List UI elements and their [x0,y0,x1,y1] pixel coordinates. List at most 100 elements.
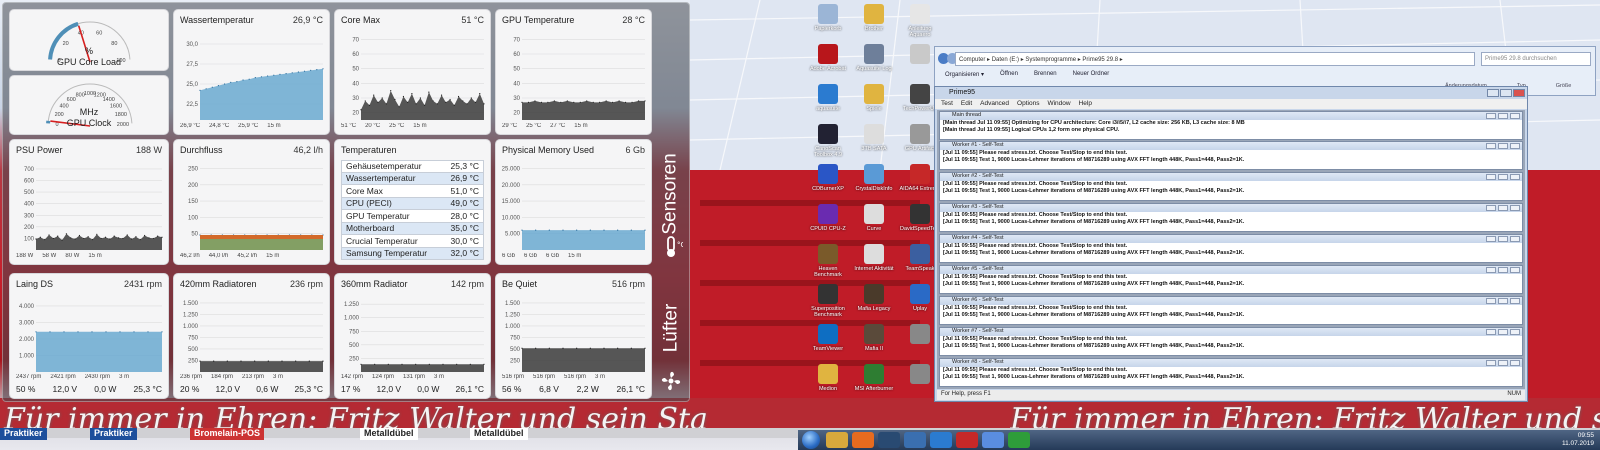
address-bar[interactable]: Computer ▸ Daten (E:) ▸ Systemprogramme … [955,52,1475,66]
maximize-icon[interactable] [1498,267,1508,273]
close-icon[interactable] [1510,360,1520,366]
aquasuite-task-icon[interactable] [930,432,952,448]
worker-pane[interactable]: Worker #8 - Self-Test [Jul 11 09:55] Plea… [939,358,1523,387]
desktop-icon[interactable]: CanoScan Toolbox 4.9 [806,124,850,158]
desktop-icon[interactable]: Aquasuite Log [852,44,896,72]
desktop-icon[interactable]: Anleitung Aquaero [898,4,942,38]
pane-title: Worker #4 - Self-Test [940,235,1522,243]
start-button[interactable] [802,431,820,449]
minimize-icon[interactable] [1486,143,1496,149]
desktop-icon[interactable]: Mafia Legacy [852,284,896,312]
desktop-icon[interactable]: Curve [852,204,896,232]
maximize-icon[interactable] [1500,89,1512,97]
desktop-icon[interactable]: Mafia II [852,324,896,352]
menu-window[interactable]: Window [1047,100,1070,108]
maximize-icon[interactable] [1498,360,1508,366]
core-max-tile[interactable]: Core Max 51 °C 70 60 50 40 30 20 51 °C 20 °C 25 … [334,9,491,135]
desktop-icon[interactable]: Brother [852,4,896,32]
durchfluss-tile[interactable]: Durchfluss 46,2 l/h 250 200 150 100 50 46,2 l… [173,139,330,265]
desktop-icon[interactable]: CDBurnerXP [806,164,850,192]
minimize-icon[interactable] [1486,298,1496,304]
maximize-icon[interactable] [1498,329,1508,335]
aida-task-icon[interactable] [956,432,978,448]
teamspeak-task-icon[interactable] [904,432,926,448]
menu-advanced[interactable]: Advanced [980,100,1009,108]
desktop-icon[interactable]: MSI Afterburner [852,364,896,392]
sensoren-tab[interactable]: Sensoren °C [651,139,691,265]
desktop-icon[interactable]: Spiele [852,84,896,112]
desktop-icon[interactable]: Superposition Benchmark [806,284,850,318]
gpu-temperature-tile[interactable]: GPU Temperature 28 °C 70 60 50 40 30 20 29 °C 2… [495,9,652,135]
close-icon[interactable] [1510,174,1520,180]
menu-help[interactable]: Help [1079,100,1092,108]
close-icon[interactable] [1510,267,1520,273]
worker-pane[interactable]: Worker #6 - Self-Test [Jul 11 09:55] Plea… [939,296,1523,325]
maximize-icon[interactable] [1498,113,1508,119]
prime95-window[interactable]: Prime95 Test Edit Advanced Options Windo… [934,86,1528,402]
desktop-icon[interactable]: Adobe Acrobat [806,44,850,72]
search-input[interactable]: Prime95 29.8 durchsuchen [1481,52,1591,66]
maximize-icon[interactable] [1498,236,1508,242]
worker-pane[interactable]: Worker #7 - Self-Test [Jul 11 09:55] Plea… [939,327,1523,356]
new-folder-button[interactable]: Neuer Ordner [1073,71,1110,78]
minimize-icon[interactable] [1486,360,1496,366]
worker-pane[interactable]: Worker #1 - Self-Test [Jul 11 09:55] Plea… [939,141,1523,170]
wassertemperatur-tile[interactable]: Wassertemperatur 26,9 °C 30,0 27,5 25,0 22,5… [173,9,330,135]
maximize-icon[interactable] [1498,298,1508,304]
minimize-icon[interactable] [1487,89,1499,97]
uplay-task-icon[interactable] [982,432,1004,448]
desktop-icon[interactable]: CPUID CPU-Z [806,204,850,232]
data-point [248,78,250,80]
explorer-task-icon[interactable] [826,432,848,448]
close-icon[interactable] [1510,236,1520,242]
desktop-icon[interactable]: Medion [806,364,850,392]
luefter-tab[interactable]: Lüfter [651,273,691,399]
desktop-icon[interactable]: CrystalDiskInfo [852,164,896,192]
worker-pane[interactable]: Worker #5 - Self-Test [Jul 11 09:55] Plea… [939,265,1523,294]
worker-pane[interactable]: Worker #3 - Self-Test [Jul 11 09:55] Plea… [939,203,1523,232]
minimize-icon[interactable] [1486,205,1496,211]
minimize-icon[interactable] [1486,236,1496,242]
temperaturen-tile[interactable]: Temperaturen Gehäusetemperatur 25,3 °C Wa… [334,139,491,265]
maximize-icon[interactable] [1498,205,1508,211]
close-icon[interactable] [1510,113,1520,119]
minimize-icon[interactable] [1486,113,1496,119]
close-icon[interactable] [1510,329,1520,335]
menu-options[interactable]: Options [1017,100,1039,108]
footer-span: 15 m [266,253,280,259]
rad420-tile[interactable]: 420mm Radiatoren 236 rpm 1.500 1.250 1.000 7… [173,273,330,399]
desktop-icon[interactable]: Heaven Benchmark [806,244,850,278]
column-size[interactable]: Größe [1556,83,1572,89]
minimize-icon[interactable] [1486,267,1496,273]
open-button[interactable]: Öffnen [1000,71,1018,78]
close-icon[interactable] [1513,89,1525,97]
rad360-tile[interactable]: 360mm Radiator 142 rpm 1.250 1.000 750 500 25… [334,273,491,399]
minimize-icon[interactable] [1486,329,1496,335]
steam-task-icon[interactable] [878,432,900,448]
desktop-icon[interactable]: TeamViewer [806,324,850,352]
close-icon[interactable] [1510,143,1520,149]
worker-pane[interactable]: Worker #4 - Self-Test [Jul 11 09:55] Plea… [939,234,1523,263]
close-icon[interactable] [1510,298,1520,304]
psu-power-tile[interactable]: PSU Power 188 W 700 600 500 400 300 200 100 188… [9,139,169,265]
laing-ds-tile[interactable]: Laing DS 2431 rpm 4.000 3.000 2.000 1.000 24… [9,273,169,399]
desktop-icon[interactable]: aquasuite [806,84,850,112]
minimize-icon[interactable] [1486,174,1496,180]
desktop-icon[interactable]: Papierkorb [806,4,850,32]
burn-button[interactable]: Brennen [1034,71,1057,78]
msi-task-icon[interactable] [1008,432,1030,448]
close-icon[interactable] [1510,205,1520,211]
desktop-icon[interactable]: 3TB SATA [852,124,896,152]
desktop-icon[interactable]: Internet Aktivität [852,244,896,272]
menu-edit[interactable]: Edit [961,100,972,108]
worker-pane[interactable]: Worker #2 - Self-Test [Jul 11 09:55] Plea… [939,172,1523,201]
physical-memory-tile[interactable]: Physical Memory Used 6 Gb 25.000 20.000 15.… [495,139,652,265]
be-quiet-tile[interactable]: Be Quiet 516 rpm 1.500 1.250 1.000 750 500 250… [495,273,652,399]
firefox-task-icon[interactable] [852,432,874,448]
menu-test[interactable]: Test [941,100,953,108]
maximize-icon[interactable] [1498,143,1508,149]
clock[interactable]: 09:55 11.07.2019 [1562,432,1594,448]
maximize-icon[interactable] [1498,174,1508,180]
organize-button[interactable]: Organisieren ▾ [945,71,984,78]
main-thread-pane[interactable]: Main thread [Main thread Jul 11 09:55] O… [939,111,1523,140]
